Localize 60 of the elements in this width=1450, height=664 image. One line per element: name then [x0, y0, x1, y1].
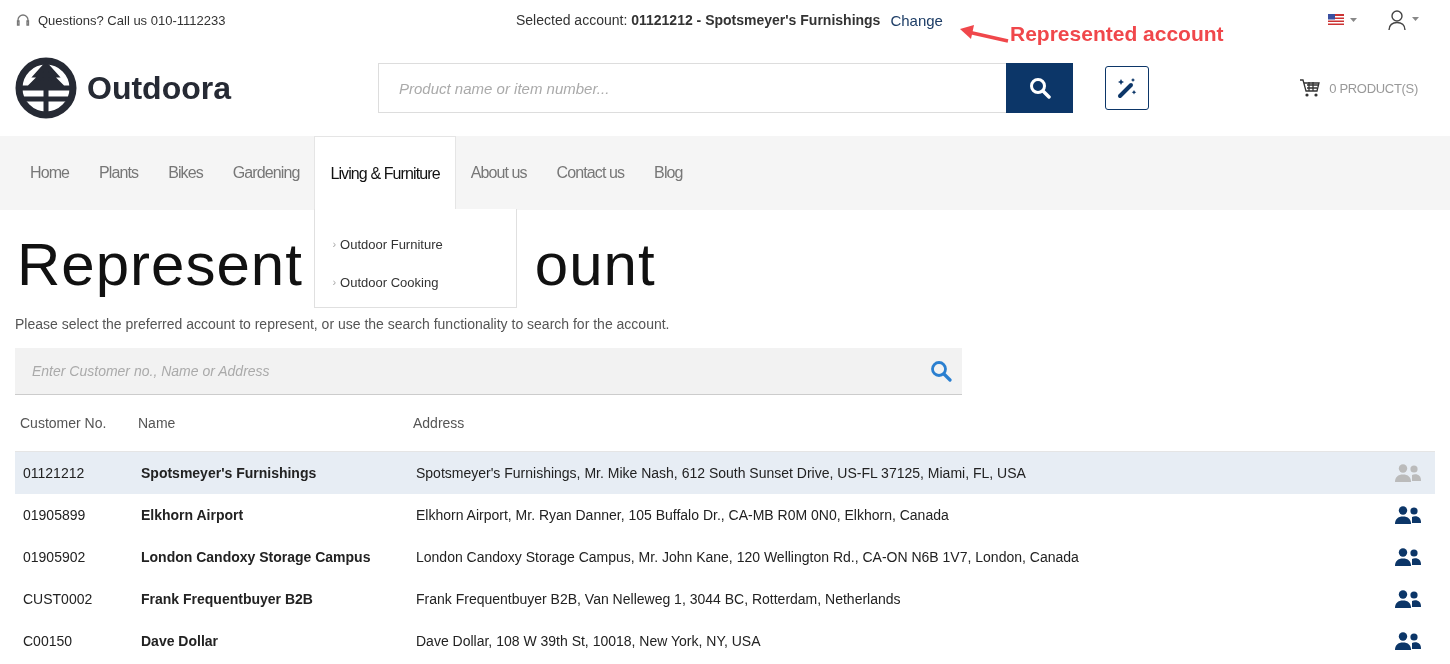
search-icon: [1028, 77, 1051, 99]
selected-account: Selected account: 01121212 - Spotsmeyer's Furnishings: [516, 12, 881, 28]
users-icon[interactable]: [1395, 590, 1421, 608]
phone-text: Questions? Call us 010-1112233: [38, 12, 226, 28]
table-cell-text: Elkhorn Airport, Mr. Ryan Danner, 105 Buffalo Dr., CA-MB R0M 0N0, Elkhorn, Canada: [416, 507, 950, 523]
headset-icon: [16, 13, 30, 27]
table-cell-text: Dave Dollar, 108 W 39th St, 10018, New York, NY, USA: [416, 633, 762, 649]
table-cell-text: London Candoxy Storage Campus, Mr. John Kane, 120 Wellington Rd., CA-ON N6B 1V7, London, Canada: [416, 549, 1080, 565]
table-cell-text: Frank Frequentbuyer B2B, Van Nelleweg 1, 3044 BC, Rotterdam, Netherlands: [416, 591, 902, 607]
account-search-field[interactable]: Enter Customer no., Name or Address: [15, 348, 962, 395]
search-icon[interactable]: [930, 360, 952, 382]
nav-tab[interactable]: Blog: [639, 136, 698, 210]
table-cell-text: C00150: [23, 633, 74, 649]
change-link[interactable]: Change: [890, 11, 943, 29]
nav-tab[interactable]: Home: [15, 136, 85, 210]
cart-icon[interactable]: [1299, 78, 1322, 98]
tree-logo-icon: [15, 57, 77, 119]
nav-tab[interactable]: Living & Furniture: [314, 136, 456, 210]
user-icon[interactable]: [1388, 10, 1420, 30]
dropdown-item[interactable]: › Outdoor Furniture: [315, 225, 517, 263]
table-cell-text: Dave Dollar: [141, 633, 220, 649]
dropdown-item[interactable]: › Outdoor Cooking: [315, 263, 517, 301]
table-cell-text: CUST0002: [23, 591, 94, 607]
chevron-icon: ›: [332, 276, 337, 288]
intro-text: Please select the preferred account to represent, or use the search functionality to search for the account.: [15, 316, 671, 332]
table-cell-text: London Candoxy Storage Campus: [141, 549, 372, 565]
table-row[interactable]: C00150 Dave Dollar Dave Dollar, 108 W 39th St, 10018, New York, NY, USA: [15, 620, 1435, 662]
table-cell-text: Elkhorn Airport: [141, 507, 245, 523]
table-cell-text: Spotsmeyer's Furnishings, Mr. Mike Nash, 612 South Sunset Drive, US-FL 37125, Miami, FL, USA: [416, 465, 1027, 481]
column-header: Address: [413, 415, 466, 431]
page-heading: Represent: [17, 229, 303, 299]
table-row[interactable]: CUST0002 Frank Frequentbuyer B2B Frank Frequentbuyer B2B, Van Nelleweg 1, 3044 BC, Rotterdam, Netherlands: [15, 578, 1435, 620]
column-header: Name: [138, 415, 177, 431]
magic-wand-icon: [1116, 77, 1138, 99]
users-icon[interactable]: [1395, 548, 1421, 566]
nav-tab[interactable]: About us: [455, 136, 542, 210]
magic-wand-button[interactable]: [1105, 66, 1149, 110]
search-button[interactable]: [1006, 63, 1073, 113]
page-heading: ount: [534, 229, 656, 299]
table-cell-text: 01905899: [23, 507, 87, 523]
table-row[interactable]: 01121212 Spotsmeyer's Furnishings Spotsmeyer's Furnishings, Mr. Mike Nash, 612 South Sunset Drive, US-FL 37125, Miami, FL, USA: [15, 452, 1435, 494]
nav-tab[interactable]: Plants: [84, 136, 154, 210]
table-cell-text: Frank Frequentbuyer B2B: [141, 591, 314, 607]
table-cell-text: 01121212: [23, 465, 86, 481]
table-row[interactable]: 01905899 Elkhorn Airport Elkhorn Airport, Mr. Ryan Danner, 105 Buffalo Dr., CA-MB R0M 0N0, Elkhorn, Canada: [15, 494, 1435, 536]
nav-tab[interactable]: Contact us: [541, 136, 640, 210]
product-search-field[interactable]: Product name or item number...: [378, 63, 1006, 113]
annotation-text: Represented account: [1010, 22, 1224, 46]
users-icon[interactable]: [1395, 506, 1421, 524]
logo-text: Outdoora: [87, 69, 231, 107]
column-header: Customer No.: [20, 415, 108, 431]
arrow-annotation: [958, 23, 1010, 45]
table-cell-text: 01905902: [23, 549, 87, 565]
table-cell-text: Spotsmeyer's Furnishings: [141, 465, 318, 481]
flag-icon[interactable]: [1328, 14, 1358, 26]
table-row[interactable]: 01905902 London Candoxy Storage Campus London Candoxy Storage Campus, Mr. John Kane, 120 Wellington Rd., CA-ON N6B 1V7, London, Canada: [15, 536, 1435, 578]
nav-tab[interactable]: Bikes: [153, 136, 218, 210]
nav-tab[interactable]: Gardening: [217, 136, 315, 210]
users-icon[interactable]: [1395, 632, 1421, 650]
chevron-icon: ›: [332, 238, 337, 250]
